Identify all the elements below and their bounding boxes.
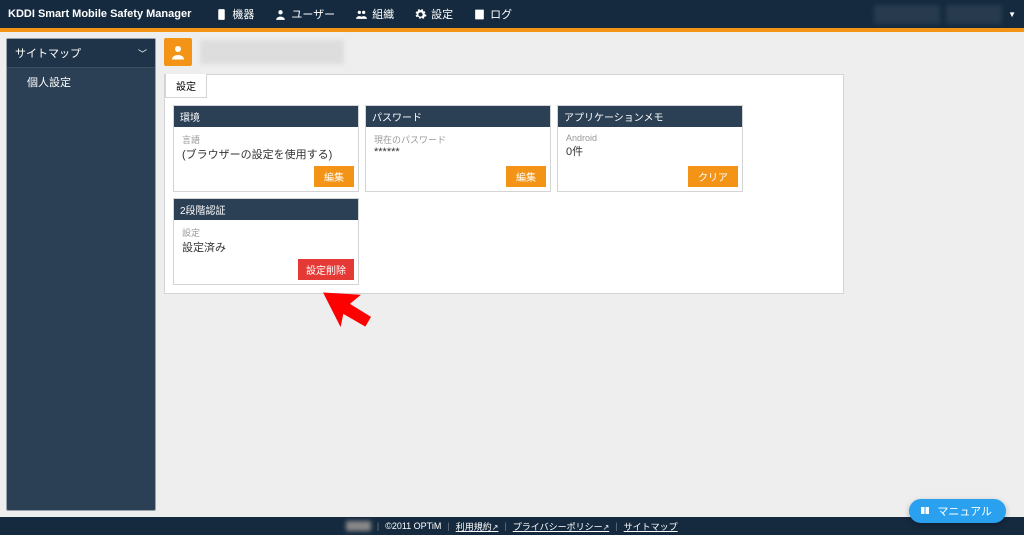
page-title-row [164, 38, 1016, 66]
settings-panel: 設定 環境 言語 (ブラウザーの設定を使用する) 編集 パスワード 現在のパスワ… [164, 74, 844, 294]
card-password: パスワード 現在のパスワード ****** 編集 [365, 105, 551, 192]
nav-orgs-label: 組織 [372, 6, 394, 22]
sidebar: サイトマップ ﹀ 個人設定 [0, 32, 156, 517]
card-environment-title: 環境 [174, 106, 358, 127]
card-mfa-label: 設定 [182, 226, 350, 239]
nav-orgs[interactable]: 組織 [355, 6, 394, 22]
clear-memo-button[interactable]: クリア [688, 166, 738, 187]
log-icon [473, 8, 486, 21]
card-app-memo: アプリケーションメモ Android 0件 クリア [557, 105, 743, 192]
book-icon [919, 505, 931, 517]
card-password-title: パスワード [366, 106, 550, 127]
avatar [164, 38, 192, 66]
tab-settings[interactable]: 設定 [165, 74, 207, 98]
nav-devices-label: 機器 [232, 6, 254, 22]
card-password-value: ****** [374, 146, 542, 158]
device-icon [215, 8, 228, 21]
nav-logs[interactable]: ログ [473, 6, 512, 22]
edit-environment-button[interactable]: 編集 [314, 166, 354, 187]
footer-blur: x [346, 521, 371, 531]
card-app-memo-label: Android [566, 133, 734, 143]
chevron-down-icon[interactable]: ▼ [1008, 10, 1016, 19]
footer-link-sitemap[interactable]: サイトマップ [624, 520, 678, 533]
card-app-memo-title: アプリケーションメモ [558, 106, 742, 127]
nav-settings-label: 設定 [431, 6, 453, 22]
card-mfa-title: 2段階認証 [174, 199, 358, 220]
card-mfa: 2段階認証 設定 設定済み 設定削除 [173, 198, 359, 285]
nav: 機器 ユーザー 組織 設定 ログ [215, 6, 512, 22]
card-password-label: 現在のパスワード [374, 133, 542, 146]
person-icon [169, 43, 187, 61]
topbar: KDDI Smart Mobile Safety Manager 機器 ユーザー… [0, 0, 1024, 28]
brand: KDDI Smart Mobile Safety Manager [8, 8, 191, 20]
card-app-memo-value: 0件 [566, 143, 734, 159]
header-user[interactable] [946, 5, 1002, 24]
footer-copyright: ©2011 OPTiM [385, 521, 441, 531]
edit-password-button[interactable]: 編集 [506, 166, 546, 187]
card-environment: 環境 言語 (ブラウザーの設定を使用する) 編集 [173, 105, 359, 192]
card-mfa-value: 設定済み [182, 239, 350, 255]
nav-logs-label: ログ [490, 6, 512, 22]
nav-users-label: ユーザー [291, 6, 335, 22]
nav-settings[interactable]: 設定 [414, 6, 453, 22]
footer: x | ©2011 OPTiM | 利用規約↗ | プライバシーポリシー↗ | … [0, 517, 1024, 535]
main: 設定 環境 言語 (ブラウザーの設定を使用する) 編集 パスワード 現在のパスワ… [156, 32, 1024, 517]
footer-link-terms[interactable]: 利用規約↗ [456, 520, 499, 533]
page-title [200, 40, 344, 64]
footer-link-privacy[interactable]: プライバシーポリシー↗ [513, 520, 610, 533]
header-org [874, 5, 940, 24]
org-icon [355, 8, 368, 21]
sidebar-header-label: サイトマップ [15, 45, 81, 61]
card-environment-value: (ブラウザーの設定を使用する) [182, 146, 350, 162]
manual-button-label: マニュアル [937, 503, 992, 519]
card-environment-label: 言語 [182, 133, 350, 146]
nav-users[interactable]: ユーザー [274, 6, 335, 22]
manual-button[interactable]: マニュアル [909, 499, 1006, 523]
sidebar-header[interactable]: サイトマップ ﹀ [7, 39, 155, 68]
delete-mfa-button[interactable]: 設定削除 [298, 259, 354, 280]
chevron-down-icon: ﹀ [138, 47, 147, 60]
nav-devices[interactable]: 機器 [215, 6, 254, 22]
sidebar-item-personal-settings[interactable]: 個人設定 [7, 68, 155, 96]
user-icon [274, 8, 287, 21]
gear-icon [414, 8, 427, 21]
